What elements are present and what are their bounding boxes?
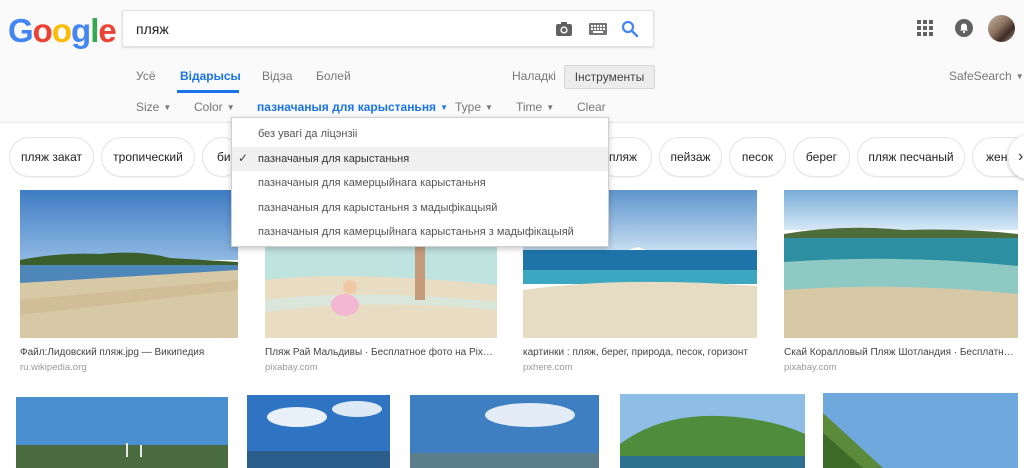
tools-button[interactable]: Інструменты [564,65,655,89]
tab-all[interactable]: Усё [136,69,156,83]
tool-size[interactable]: Size ▼ [136,100,171,114]
result-source: pixabay.com [265,362,318,373]
keyboard-icon[interactable] [588,19,608,39]
checkmark-icon: ✓ [238,151,249,165]
tool-time[interactable]: Time ▼ [516,100,554,114]
tab-more[interactable]: Болей [316,69,351,83]
result-title[interactable]: Скай Коралловый Пляж Шотландия · Бесплат… [784,347,1018,358]
tool-color[interactable]: Color ▼ [194,100,235,114]
chip-related-search[interactable]: пляж закат [9,137,94,177]
settings-link[interactable]: Наладкі [512,69,556,83]
tool-color-label: Color [194,100,223,114]
dropdown-item-labeled-for-reuse[interactable]: ✓ пазначаныя для карыстаньня [232,147,608,171]
tool-usage-label: пазначаныя для карыстаньня [257,100,437,114]
chip-related-search[interactable]: пляж песчаный [857,137,965,177]
tool-time-label: Time [516,100,543,114]
logo-letter: G [8,12,34,49]
apps-grid-icon[interactable] [917,20,933,36]
dropdown-item-label: без увагі да ліцэнзіі [258,128,358,140]
safesearch-label: SafeSearch [949,69,1012,83]
dropdown-item-label: пазначаныя для камерцыйнага карыстаньня [258,177,486,189]
camera-icon[interactable] [554,19,574,39]
header: Google Усё Відарысы Відэа Болей Наладкі [0,0,1024,123]
tab-video[interactable]: Відэа [262,69,293,83]
logo-letter: o [32,12,53,49]
notifications-bell-icon[interactable] [955,19,973,37]
usage-rights-dropdown: без увагі да ліцэнзіі ✓ пазначаныя для ка… [231,117,609,247]
result-source: pixabay.com [784,362,837,373]
google-images-page: Google Усё Відарысы Відэа Болей Наладкі [0,0,1024,468]
caret-down-icon: ▼ [485,103,493,112]
tab-images[interactable]: Відарысы [180,69,241,83]
dropdown-item-commercial-reuse[interactable]: пазначаныя для камерцыйнага карыстаньня [232,171,608,195]
safesearch-menu[interactable]: SafeSearch ▼ [949,69,1024,83]
caret-down-icon: ▼ [226,103,235,112]
tool-clear[interactable]: Clear [577,100,606,114]
caret-down-icon: ▼ [546,103,555,112]
result-thumbnail[interactable] [20,190,238,338]
result-thumbnail[interactable] [784,190,1018,338]
chip-related-search[interactable]: тропический [101,137,195,177]
dropdown-item-reuse-with-modification[interactable]: пазначаныя для карыстаньня з мадыфікацыя… [232,196,608,220]
logo-letter: g [71,12,91,49]
caret-down-icon: ▼ [163,103,172,112]
tool-size-label: Size [136,100,160,114]
chip-related-search[interactable]: берег [793,137,850,177]
dropdown-item-any-license[interactable]: без увагі да ліцэнзіі [232,122,608,146]
chip-related-search[interactable]: пейзаж [659,137,722,177]
avatar[interactable] [988,15,1015,42]
dropdown-item-label: пазначаныя для карыстаньня [258,153,410,165]
result-source: pxhere.com [523,362,573,373]
tool-type-label: Type [455,100,482,114]
google-logo[interactable]: Google [8,12,117,50]
result-thumbnail[interactable] [620,394,805,468]
caret-down-icon: ▼ [1015,72,1024,81]
tool-type[interactable]: Type ▼ [455,100,493,114]
tool-usage-rights[interactable]: пазначаныя для карыстаньня ▼ [257,100,448,114]
result-thumbnail[interactable] [16,397,228,468]
result-thumbnail[interactable] [410,395,599,468]
chip-related-search[interactable]: песок [729,137,786,177]
result-thumbnail[interactable] [247,395,390,468]
logo-letter: o [51,12,72,49]
result-thumbnail[interactable] [823,393,1018,468]
dropdown-item-label: пазначаныя для камерцыйнага карыстаньня … [258,226,574,238]
result-title[interactable]: Файл:Лидовский пляж.jpg — Википедия [20,347,238,358]
caret-down-icon: ▼ [440,103,448,112]
result-title[interactable]: Пляж Рай Мальдивы · Бесплатное фото на P… [265,347,497,358]
dropdown-item-label: пазначаныя для карыстаньня з мадыфікацыя… [258,202,498,214]
search-icon[interactable] [620,19,640,39]
search-input[interactable] [136,19,536,39]
search-box [122,10,654,47]
result-source: ru.wikipedia.org [20,362,87,373]
active-tab-indicator [177,90,239,93]
dropdown-item-commercial-reuse-with-modification[interactable]: пазначаныя для камерцыйнага карыстаньня … [232,220,608,244]
logo-letter: e [98,12,116,49]
result-title[interactable]: картинки : пляж, берег, природа, песок, … [523,347,757,358]
